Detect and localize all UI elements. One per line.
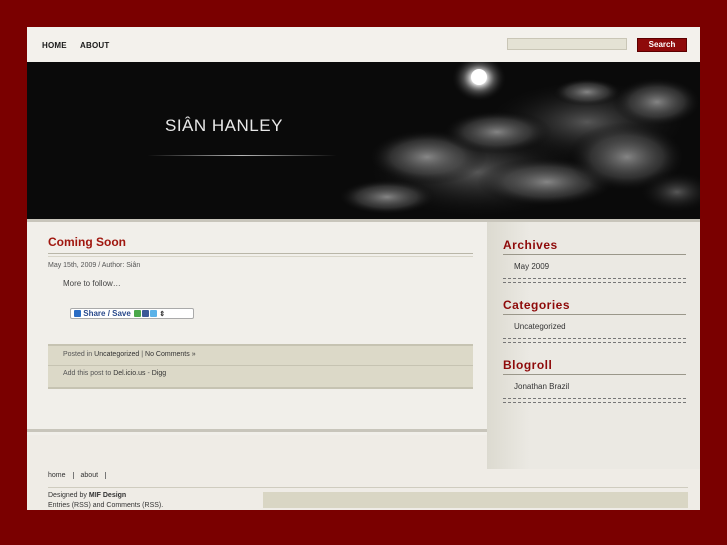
sidebar: Archives May 2009 Categories Uncategoriz… [487,222,700,469]
search-button[interactable]: Search [637,38,687,52]
entries-rss-link[interactable]: Entries (RSS) [48,502,91,509]
rss-line: Entries (RSS) and Comments (RSS). [48,501,163,510]
blogroll-item-jonathan-brazil[interactable]: Jonathan Brazil [514,382,569,391]
bookmark-row: Add this post to Del.icio.us - Digg [63,370,166,377]
post-categories-row: Posted in Uncategorized | No Comments » [63,351,196,358]
share-save-label: Share / Save [83,309,131,318]
night-sky-clouds-image [27,62,700,219]
post-title[interactable]: Coming Soon [48,235,126,249]
footer-credits: Designed by MIF Design Entries (RSS) and… [48,491,163,510]
post-author: Siân [126,262,141,269]
archives-title: Archives [503,238,558,252]
delicious-link[interactable]: Del.icio.us [113,370,145,377]
nav-home-link[interactable]: HOME [42,41,67,50]
content-bottom-rule [27,429,487,432]
footer-rule [48,487,688,488]
rss-end-dot: . [161,502,164,509]
digg-link[interactable]: Digg [152,370,166,377]
main-content: Coming Soon May 15th, 2009 / Author: Siâ… [27,222,487,435]
category-item-uncategorized[interactable]: Uncategorized [514,322,566,331]
top-navigation: HOME ABOUT Search [27,27,700,62]
facebook-icon [142,310,150,318]
chevron-updown-icon: ⇕ [159,311,166,318]
post-body: More to follow… [63,279,121,288]
footer-bar [263,492,688,508]
post-title-rule [48,253,473,257]
categories-title: Categories [503,298,571,312]
add-post-prefix: Add this post to [63,370,112,377]
footer-navigation: home about [48,472,107,479]
footer: home about Designed by MIF Design Entries… [27,469,700,510]
post-date: May 15th, 2009 [48,262,97,269]
posted-in-prefix: Posted in [63,351,93,358]
comments-link[interactable]: No Comments » [145,351,196,358]
share-save-button[interactable]: Share / Save ⇕ [70,308,194,319]
post-author-prefix: / Author: [98,262,125,269]
comments-rss-link[interactable]: Comments (RSS) [106,502,161,509]
category-link[interactable]: Uncategorized [94,351,139,358]
site-title[interactable]: SIÂN HANLEY [165,116,283,136]
search-input[interactable] [507,38,627,50]
title-underline [147,155,337,156]
post-meta: May 15th, 2009 / Author: Siân [48,262,140,269]
footer-divider: | [141,351,144,358]
categories-rule [503,314,686,315]
footer-about-link[interactable]: about [74,472,107,479]
twitter-icon [150,310,158,318]
post-footer: Posted in Uncategorized | No Comments » … [48,344,473,389]
share-plus-icon [74,310,81,318]
header-banner: SIÂN HANLEY [27,62,700,219]
blogroll-title: Blogroll [503,358,553,372]
nav-about-link[interactable]: ABOUT [80,41,109,50]
designer-link[interactable]: MIF Design [89,492,126,499]
page-container: HOME ABOUT Search SIÂN HANLEY Coming Soo… [27,27,700,510]
archives-dotted-divider [503,278,686,283]
blogroll-dotted-divider [503,398,686,403]
post-footer-separator [48,365,473,366]
rss-and-text: and [92,502,105,509]
footer-home-link[interactable]: home [48,472,74,479]
categories-dotted-divider [503,338,686,343]
blogroll-rule [503,374,686,375]
designed-by-line: Designed by MIF Design [48,491,163,501]
bookmark-dash: - [147,370,150,377]
email-share-icon [134,310,142,318]
archives-rule [503,254,686,255]
designed-by-prefix: Designed by [48,492,87,499]
archive-item-may-2009[interactable]: May 2009 [514,262,549,271]
